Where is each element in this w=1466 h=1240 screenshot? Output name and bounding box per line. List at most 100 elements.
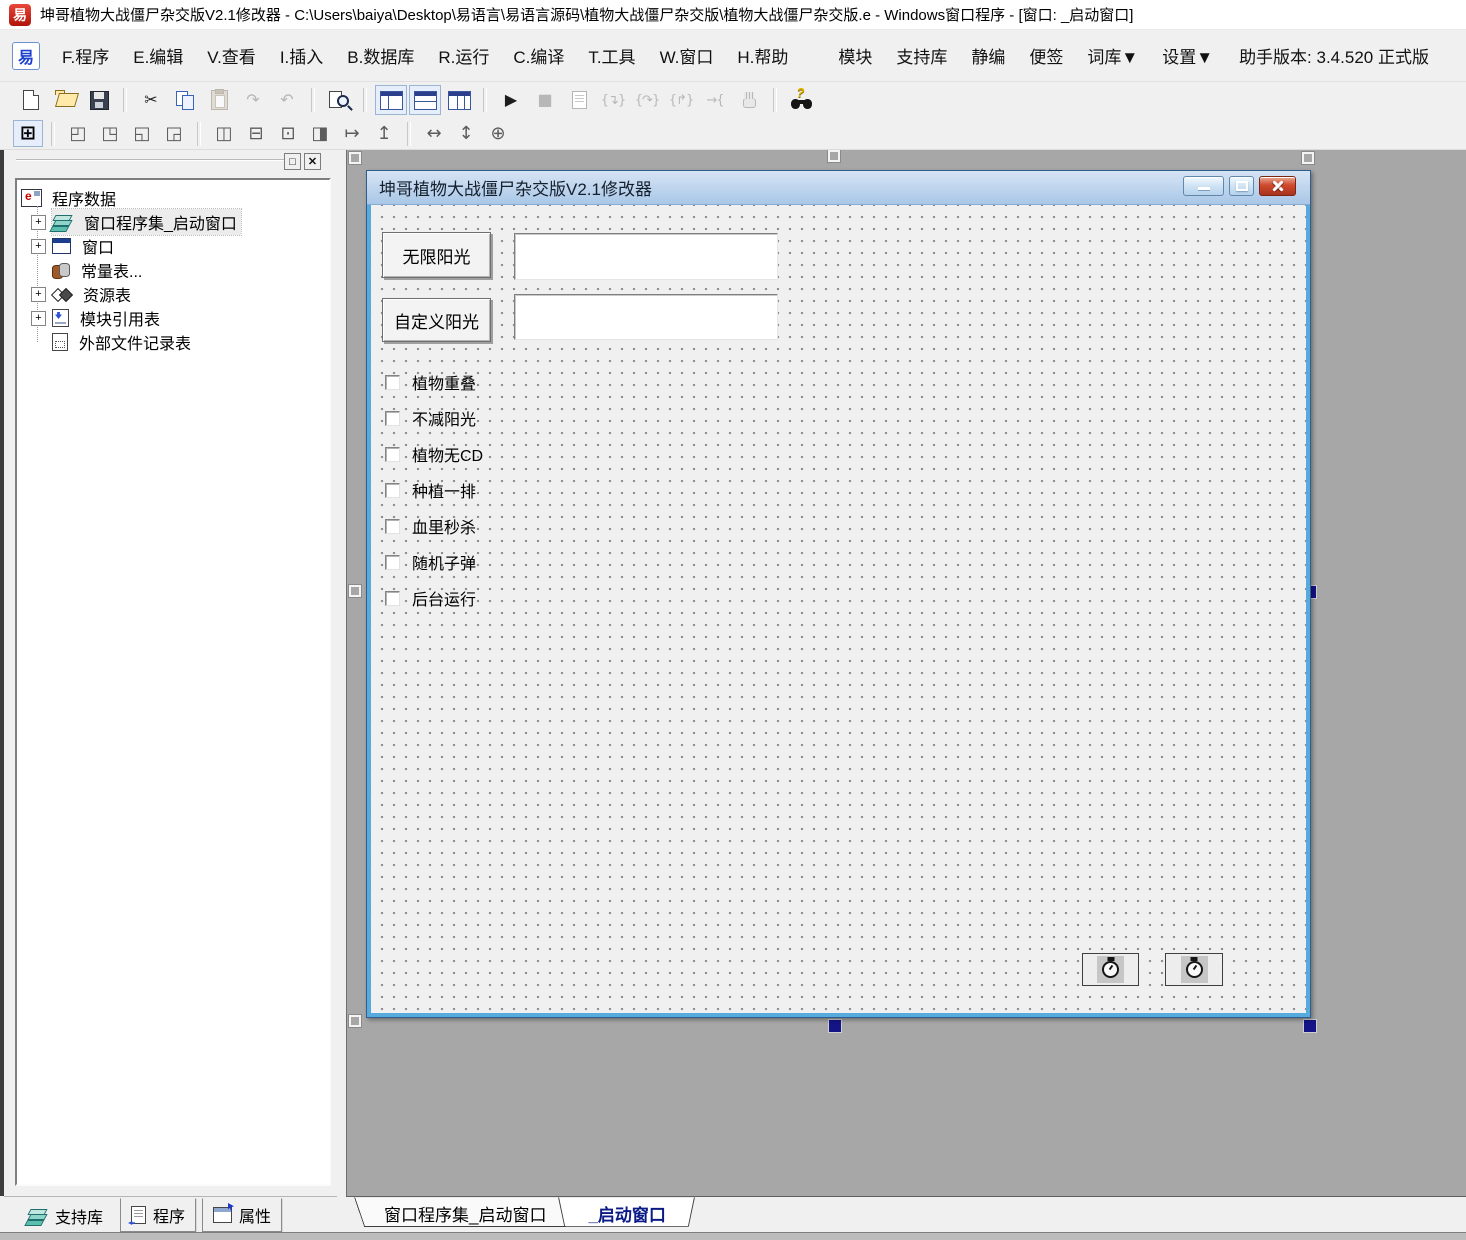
- panel-float-button[interactable]: □: [284, 153, 301, 170]
- checkbox-box[interactable]: [385, 411, 400, 426]
- menu-insert[interactable]: I.插入: [268, 38, 335, 73]
- form-resize-handle-mid-left[interactable]: [349, 585, 361, 597]
- undo-button[interactable]: ↶: [271, 85, 303, 115]
- tree-item-resource-table[interactable]: + 资源表: [25, 282, 327, 306]
- form-resize-handle-top-left[interactable]: [349, 152, 361, 164]
- form-designer-surface[interactable]: 坤哥植物大战僵尸杂交版V2.1修改器 无限阳光 自定义阳光 植物重叠: [346, 150, 1466, 1196]
- designed-form[interactable]: 坤哥植物大战僵尸杂交版V2.1修改器 无限阳光 自定义阳光 植物重叠: [366, 170, 1311, 1018]
- copy-button[interactable]: [169, 85, 201, 115]
- menu-module[interactable]: 模块: [826, 38, 884, 73]
- form-resize-handle-bottom-left[interactable]: [349, 1015, 361, 1027]
- checkbox-random-bullet[interactable]: 随机子弹: [385, 552, 476, 572]
- menu-support-library[interactable]: 支持库: [884, 38, 959, 73]
- close-button[interactable]: [1259, 176, 1296, 196]
- space-down-button[interactable]: ◨: [305, 120, 335, 147]
- menu-static-compile[interactable]: 静编: [959, 38, 1017, 73]
- tab-program[interactable]: 程序: [120, 1198, 196, 1232]
- expand-box[interactable]: +: [31, 311, 46, 326]
- tree-item-window-program-set[interactable]: + 窗口程序集_启动窗口: [25, 210, 327, 234]
- sun-value-input-2[interactable]: [514, 294, 778, 340]
- menu-view[interactable]: V.查看: [195, 38, 268, 73]
- align-top-button[interactable]: ◱: [127, 120, 157, 147]
- tree-item-constant-table[interactable]: 常量表...: [25, 258, 327, 282]
- designed-form-client[interactable]: 无限阳光 自定义阳光 植物重叠 不减阳光 植物无CD: [367, 205, 1310, 1017]
- menu-lexicon[interactable]: 词库▼: [1075, 38, 1150, 73]
- panel-close-button[interactable]: ✕: [304, 153, 321, 170]
- checkbox-box[interactable]: [385, 555, 400, 570]
- sun-value-input-1[interactable]: [514, 233, 778, 280]
- checkbox-plant-whole-row[interactable]: 种植一排: [385, 480, 476, 500]
- designed-form-titlebar[interactable]: 坤哥植物大战僵尸杂交版V2.1修改器: [367, 171, 1310, 205]
- checkbox-plant-overlap[interactable]: 植物重叠: [385, 372, 476, 392]
- window-split-rows-button[interactable]: [409, 85, 441, 115]
- menu-tools[interactable]: T.工具: [576, 38, 647, 73]
- run-to-cursor-button[interactable]: →{: [699, 85, 731, 115]
- redo-button[interactable]: ↷: [237, 85, 269, 115]
- same-width-button[interactable]: ↔: [419, 120, 449, 147]
- minimize-button[interactable]: [1183, 176, 1224, 196]
- menu-settings[interactable]: 设置▼: [1150, 38, 1225, 73]
- center-horizontal-button[interactable]: ◫: [209, 120, 239, 147]
- expand-box[interactable]: +: [31, 239, 46, 254]
- menu-edit[interactable]: E.编辑: [121, 38, 195, 73]
- window-split-grid-button[interactable]: [443, 85, 475, 115]
- expand-box[interactable]: +: [31, 215, 46, 230]
- unlimited-sun-button[interactable]: 无限阳光: [382, 232, 491, 278]
- form-resize-handle-top-right[interactable]: [1302, 152, 1314, 164]
- run-button[interactable]: ▶: [495, 85, 527, 115]
- debug-document-button[interactable]: [563, 85, 595, 115]
- align-right-button[interactable]: ◳: [95, 120, 125, 147]
- menu-database[interactable]: B.数据库: [335, 38, 426, 73]
- push-right-button[interactable]: ↦: [337, 120, 367, 147]
- tab-properties[interactable]: 属性: [202, 1198, 282, 1232]
- push-up-button[interactable]: ↥: [369, 120, 399, 147]
- menu-notes[interactable]: 便签: [1017, 38, 1075, 73]
- timer-component-1[interactable]: [1082, 953, 1139, 986]
- expand-box[interactable]: +: [31, 287, 46, 302]
- new-file-button[interactable]: [15, 85, 47, 115]
- menu-window[interactable]: W.窗口: [648, 38, 726, 73]
- show-grid-button[interactable]: ⊞: [13, 120, 43, 147]
- menu-run[interactable]: R.运行: [426, 38, 501, 73]
- maximize-button[interactable]: [1229, 176, 1254, 196]
- tab-support-library[interactable]: 支持库: [16, 1199, 114, 1233]
- checkbox-no-sun-decrease[interactable]: 不减阳光: [385, 408, 476, 428]
- menu-program[interactable]: F.程序: [50, 38, 121, 73]
- step-into-button[interactable]: {↴}: [597, 85, 629, 115]
- center-vertical-button[interactable]: ⊟: [241, 120, 271, 147]
- tree-item-module-reference-table[interactable]: + 模块引用表: [25, 306, 327, 330]
- find-button[interactable]: [323, 85, 355, 115]
- tree-item-program-data[interactable]: 程序数据: [19, 186, 327, 210]
- checkbox-plant-no-cd[interactable]: 植物无CD: [385, 444, 483, 464]
- timer-component-2[interactable]: [1165, 953, 1223, 986]
- save-button[interactable]: [83, 85, 115, 115]
- checkbox-box[interactable]: [385, 447, 400, 462]
- pause-button[interactable]: [733, 85, 765, 115]
- checkbox-box[interactable]: [385, 375, 400, 390]
- tree-item-window[interactable]: + 窗口: [25, 234, 327, 258]
- form-resize-handle-top-center[interactable]: [828, 150, 840, 162]
- same-height-button[interactable]: ↕: [451, 120, 481, 147]
- stop-button[interactable]: ■: [529, 85, 561, 115]
- space-across-button[interactable]: ⊡: [273, 120, 303, 147]
- checkbox-hp-instant-kill[interactable]: 血里秒杀: [385, 516, 476, 536]
- doc-tab-window-program-set[interactable]: 窗口程序集_启动窗口: [354, 1197, 576, 1230]
- checkbox-box[interactable]: [385, 519, 400, 534]
- same-size-button[interactable]: ⊕: [483, 120, 513, 147]
- panel-splitter[interactable]: [337, 150, 346, 1196]
- open-file-button[interactable]: [49, 85, 81, 115]
- find-helper-button[interactable]: ?: [785, 85, 817, 115]
- tree-item-external-file-table[interactable]: 外部文件记录表: [25, 330, 327, 354]
- menu-help[interactable]: H.帮助: [725, 38, 800, 73]
- custom-sun-button[interactable]: 自定义阳光: [382, 298, 491, 342]
- checkbox-background-run[interactable]: 后台运行: [385, 588, 476, 608]
- checkbox-box[interactable]: [385, 483, 400, 498]
- window-split-left-button[interactable]: [375, 85, 407, 115]
- cut-button[interactable]: ✂: [135, 85, 167, 115]
- menu-compile[interactable]: C.编译: [501, 38, 576, 73]
- align-bottom-button[interactable]: ◲: [159, 120, 189, 147]
- align-left-button[interactable]: ◰: [63, 120, 93, 147]
- step-out-button[interactable]: {↱}: [665, 85, 697, 115]
- step-over-button[interactable]: {↷}: [631, 85, 663, 115]
- paste-button[interactable]: [203, 85, 235, 115]
